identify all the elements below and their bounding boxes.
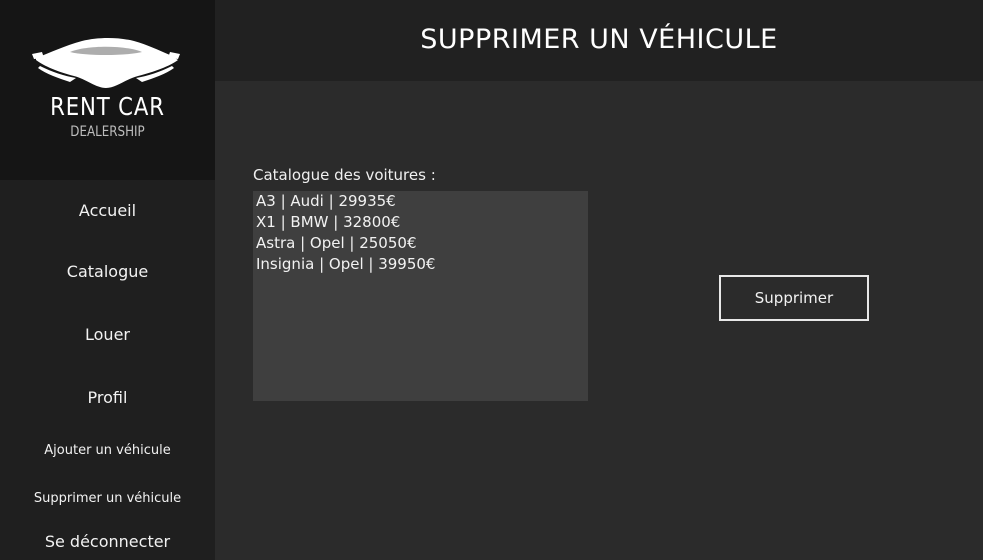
app-window: RENT CAR DEALERSHIP Accueil Catalogue Lo… xyxy=(0,0,983,560)
list-item[interactable]: Astra | Opel | 25050€ xyxy=(253,233,588,254)
brand-title: RENT CAR xyxy=(50,92,165,121)
nav-catalogue[interactable]: Catalogue xyxy=(0,262,215,281)
sidebar: RENT CAR DEALERSHIP Accueil Catalogue Lo… xyxy=(0,0,215,560)
catalogue-list-label: Catalogue des voitures : xyxy=(253,166,436,184)
supprimer-button[interactable]: Supprimer xyxy=(719,275,869,321)
main-content: Catalogue des voitures : A3 | Audi | 299… xyxy=(215,81,983,560)
sports-car-icon xyxy=(32,38,180,88)
list-item[interactable]: A3 | Audi | 29935€ xyxy=(253,191,588,212)
nav-se-deconnecter[interactable]: Se déconnecter xyxy=(0,532,215,551)
nav-ajouter-vehicule[interactable]: Ajouter un véhicule xyxy=(0,443,215,458)
page-header: SUPPRIMER UN VÉHICULE xyxy=(215,0,983,81)
nav-profil[interactable]: Profil xyxy=(0,388,215,407)
brand-subtitle: DEALERSHIP xyxy=(70,124,145,140)
list-item[interactable]: Insignia | Opel | 39950€ xyxy=(253,254,588,275)
page-title: SUPPRIMER UN VÉHICULE xyxy=(420,24,778,55)
nav-accueil[interactable]: Accueil xyxy=(0,201,215,220)
nav-supprimer-vehicule[interactable]: Supprimer un véhicule xyxy=(0,491,215,506)
catalogue-listbox[interactable]: A3 | Audi | 29935€ X1 | BMW | 32800€ Ast… xyxy=(253,191,588,401)
list-item[interactable]: X1 | BMW | 32800€ xyxy=(253,212,588,233)
nav-louer[interactable]: Louer xyxy=(0,325,215,344)
brand-logo: RENT CAR DEALERSHIP xyxy=(0,0,215,180)
